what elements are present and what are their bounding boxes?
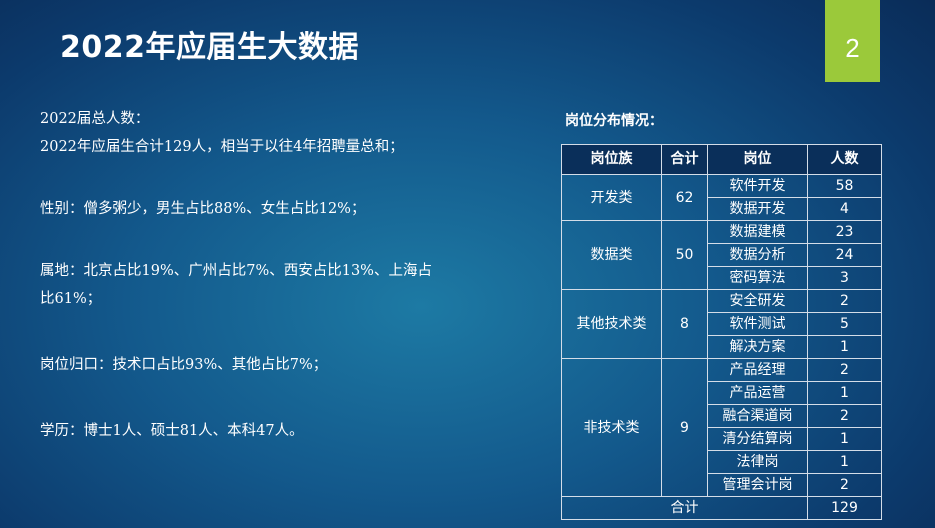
position-text: 岗位归口：技术口占比93%、其他占比7%； [40, 357, 328, 373]
count-cell: 1 [807, 427, 882, 451]
family-cell: 其他技术类 [561, 289, 662, 359]
position-cell: 软件开发 [707, 174, 808, 198]
position-cell: 软件测试 [707, 312, 808, 336]
education-text: 学历：博士1人、硕士81人、本科47人。 [40, 423, 304, 439]
count-cell: 5 [807, 312, 882, 336]
count-cell: 23 [807, 220, 882, 244]
table-row: 非技术类 9 产品经理 2 [561, 358, 882, 497]
position-cell: 管理会计岗 [707, 473, 808, 497]
position-cell: 产品运营 [707, 381, 808, 405]
table-title: 岗位分布情况： [565, 113, 663, 129]
count-cell: 4 [807, 197, 882, 221]
total-label: 2022届总人数： [40, 111, 150, 127]
position-cell: 数据建模 [707, 220, 808, 244]
position-cell: 融合渠道岗 [707, 404, 808, 428]
header-count: 人数 [807, 144, 882, 175]
table-row: 开发类 62 软件开发 58 [561, 174, 882, 221]
family-total-cell: 50 [661, 220, 708, 290]
location-text-line1: 属地：北京占比19%、广州占比7%、西安占比13%、上海占 [40, 263, 432, 279]
position-cell: 数据开发 [707, 197, 808, 221]
header-position: 岗位 [707, 144, 808, 175]
position-cell: 法律岗 [707, 450, 808, 474]
family-cell: 开发类 [561, 174, 662, 221]
position-cell: 清分结算岗 [707, 427, 808, 451]
slide: 2022年应届生大数据 2 2022届总人数： 2022年应届生合计129人，相… [0, 0, 935, 528]
count-cell: 2 [807, 473, 882, 497]
count-cell: 1 [807, 335, 882, 359]
count-cell: 1 [807, 450, 882, 474]
position-cell: 解决方案 [707, 335, 808, 359]
family-cell: 非技术类 [561, 358, 662, 497]
total-value-cell: 129 [807, 496, 882, 520]
slide-title: 2022年应届生大数据 [60, 30, 359, 65]
gender-text: 性别：僧多粥少，男生占比88%、女生占比12%； [40, 201, 366, 217]
position-cell: 安全研发 [707, 289, 808, 313]
count-cell: 2 [807, 358, 882, 382]
header-family: 岗位族 [561, 144, 662, 175]
family-total-cell: 8 [661, 289, 708, 359]
table-row: 其他技术类 8 安全研发 2 [561, 289, 882, 359]
table-header-row: 岗位族 合计 岗位 人数 [561, 144, 882, 175]
header-total: 合计 [661, 144, 708, 175]
table-row: 数据类 50 数据建模 23 [561, 220, 882, 290]
position-cell: 产品经理 [707, 358, 808, 382]
total-label-cell: 合计 [561, 496, 808, 520]
family-total-cell: 9 [661, 358, 708, 497]
count-cell: 24 [807, 243, 882, 267]
count-cell: 3 [807, 266, 882, 290]
count-cell: 2 [807, 404, 882, 428]
summary-text: 2022届总人数： 2022年应届生合计129人，相当于以往4年招聘量总和； 性… [40, 105, 510, 445]
position-cell: 密码算法 [707, 266, 808, 290]
position-cell: 数据分析 [707, 243, 808, 267]
position-distribution-table: 岗位族 合计 岗位 人数 开发类 62 软件开发 58 数据开发 4 数据类 5… [561, 144, 882, 520]
location-text-line2: 比61%； [40, 291, 102, 307]
count-cell: 2 [807, 289, 882, 313]
count-cell: 58 [807, 174, 882, 198]
count-cell: 1 [807, 381, 882, 405]
page-number-badge: 2 [825, 0, 880, 82]
family-cell: 数据类 [561, 220, 662, 290]
table-total-row: 合计 129 [561, 496, 882, 520]
total-text: 2022年应届生合计129人，相当于以往4年招聘量总和； [40, 139, 404, 155]
family-total-cell: 62 [661, 174, 708, 221]
